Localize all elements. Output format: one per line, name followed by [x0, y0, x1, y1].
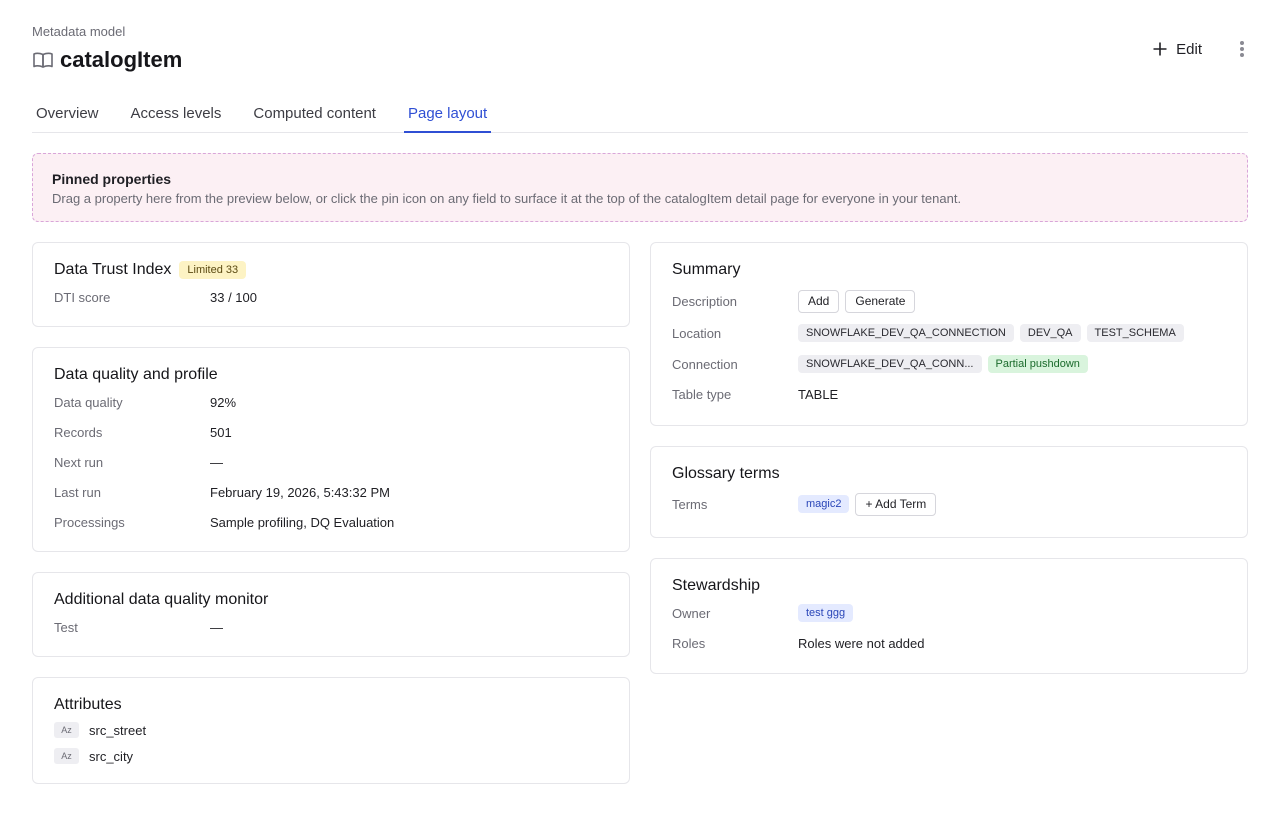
dti-card-title: Data Trust Index [54, 261, 172, 278]
connection-chip[interactable]: SNOWFLAKE_DEV_QA_CONN... [798, 355, 982, 373]
title-row: catalogItem [32, 46, 1248, 74]
dq-row-next-run: Next run — [54, 447, 608, 477]
field-value: 33 / 100 [210, 289, 257, 305]
dti-status-badge: Limited 33 [179, 261, 247, 279]
dti-score-row: DTI score 33 / 100 [54, 282, 608, 312]
field-label: Records [54, 424, 103, 440]
summary-row-connection: Connection SNOWFLAKE_DEV_QA_CONN... Part… [672, 349, 1226, 379]
field-label: Terms [672, 496, 708, 512]
summary-row-table-type: Table type TABLE [672, 379, 1226, 409]
dq-monitor-row-test: Test — [54, 612, 608, 642]
page-header: Metadata model catalogItem Edit [32, 24, 1248, 74]
field-value: Add Generate [798, 289, 916, 313]
field-label: Location [672, 325, 722, 341]
dq-row-quality: Data quality 92% [54, 387, 608, 417]
pinned-properties-title: Pinned properties [52, 171, 172, 187]
owner-chip[interactable]: test ggg [798, 604, 854, 622]
field-value: test ggg [798, 604, 854, 622]
generate-description-button[interactable]: Generate [845, 289, 916, 313]
summary-card-title: Summary [672, 261, 741, 278]
edit-button-label: Edit [1176, 40, 1202, 58]
stewardship-card: Stewardship Owner test ggg Roles Roles w… [650, 558, 1248, 674]
field-label: Description [672, 293, 738, 309]
add-term-button[interactable]: + Add Term [855, 492, 937, 516]
plus-icon [1152, 41, 1168, 57]
field-label: Data quality [54, 394, 123, 410]
dq-row-records: Records 501 [54, 417, 608, 447]
location-chip[interactable]: TEST_SCHEMA [1086, 324, 1184, 342]
field-value: February 19, 2026, 5:43:32 PM [210, 484, 390, 500]
attribute-name: src_city [89, 748, 134, 764]
field-value: Sample profiling, DQ Evaluation [210, 514, 395, 530]
attributes-card: Attributes Az src_street Az src_city [32, 677, 630, 784]
summary-row-description: Description Add Generate [672, 285, 1226, 317]
glossary-card: Glossary terms Terms magic2 + Add Term [650, 446, 1248, 538]
dti-card: Data Trust Index Limited 33 DTI score 33… [32, 242, 630, 327]
dti-card-header: Data Trust Index Limited 33 [54, 260, 608, 280]
more-vertical-icon[interactable] [1236, 39, 1248, 59]
location-chip[interactable]: DEV_QA [1019, 324, 1081, 342]
stewardship-row-owner: Owner test ggg [672, 598, 1226, 628]
data-quality-card-title: Data quality and profile [54, 366, 218, 383]
field-value: TABLE [798, 386, 839, 402]
glossary-card-title: Glossary terms [672, 465, 780, 482]
pinned-properties-description: Drag a property here from the preview be… [52, 191, 962, 206]
stewardship-card-title: Stewardship [672, 577, 761, 594]
tab-computed-content[interactable]: Computed content [249, 96, 380, 132]
field-label: Owner [672, 605, 711, 621]
tab-page-layout[interactable]: Page layout [403, 96, 492, 133]
pushdown-badge: Partial pushdown [987, 355, 1088, 373]
dq-monitor-card-title: Additional data quality monitor [54, 591, 269, 608]
tab-bar: Overview Access levels Computed content … [32, 96, 1248, 133]
field-value: magic2 + Add Term [798, 492, 937, 516]
glossary-term-chip[interactable]: magic2 [798, 495, 850, 513]
breadcrumb: Metadata model [32, 24, 126, 39]
add-description-button[interactable]: Add [798, 289, 840, 313]
stewardship-row-roles: Roles Roles were not added [672, 628, 1226, 658]
field-value: SNOWFLAKE_DEV_QA_CONNECTION DEV_QA TEST_… [798, 324, 1184, 342]
attribute-item[interactable]: Az src_street [54, 717, 608, 743]
field-value: SNOWFLAKE_DEV_QA_CONN... Partial pushdow… [798, 355, 1088, 373]
field-label: DTI score [54, 289, 111, 305]
dq-row-last-run: Last run February 19, 2026, 5:43:32 PM [54, 477, 608, 507]
header-actions: Edit [1148, 38, 1248, 60]
tab-overview[interactable]: Overview [32, 96, 103, 132]
field-label: Next run [54, 454, 104, 470]
dq-monitor-card: Additional data quality monitor Test — [32, 572, 630, 657]
location-chip[interactable]: SNOWFLAKE_DEV_QA_CONNECTION [798, 324, 1014, 342]
string-type-icon: Az [54, 722, 79, 738]
field-label: Connection [672, 356, 738, 372]
pinned-properties-dropzone[interactable]: Pinned properties Drag a property here f… [32, 153, 1248, 222]
field-value: 92% [210, 394, 237, 410]
field-value: Roles were not added [798, 635, 925, 651]
field-label: Table type [672, 386, 732, 402]
glossary-row-terms: Terms magic2 + Add Term [672, 489, 1226, 519]
edit-button[interactable]: Edit [1148, 38, 1206, 60]
page-title: catalogItem [60, 47, 183, 72]
attributes-card-title: Attributes [54, 696, 122, 713]
field-value: — [210, 454, 223, 470]
field-label: Test [54, 619, 78, 635]
attribute-item[interactable]: Az src_city [54, 743, 608, 769]
field-value: — [210, 619, 223, 635]
string-type-icon: Az [54, 748, 79, 764]
attribute-name: src_street [89, 722, 147, 738]
field-label: Processings [54, 514, 125, 530]
data-quality-card: Data quality and profile Data quality 92… [32, 347, 630, 552]
summary-row-location: Location SNOWFLAKE_DEV_QA_CONNECTION DEV… [672, 317, 1226, 349]
summary-card: Summary Description Add Generate Locatio… [650, 242, 1248, 426]
field-label: Roles [672, 635, 706, 651]
book-open-icon [32, 51, 54, 69]
tab-access-levels[interactable]: Access levels [127, 96, 226, 132]
field-label: Last run [54, 484, 101, 500]
field-value: 501 [210, 424, 232, 440]
dq-row-processings: Processings Sample profiling, DQ Evaluat… [54, 507, 608, 537]
